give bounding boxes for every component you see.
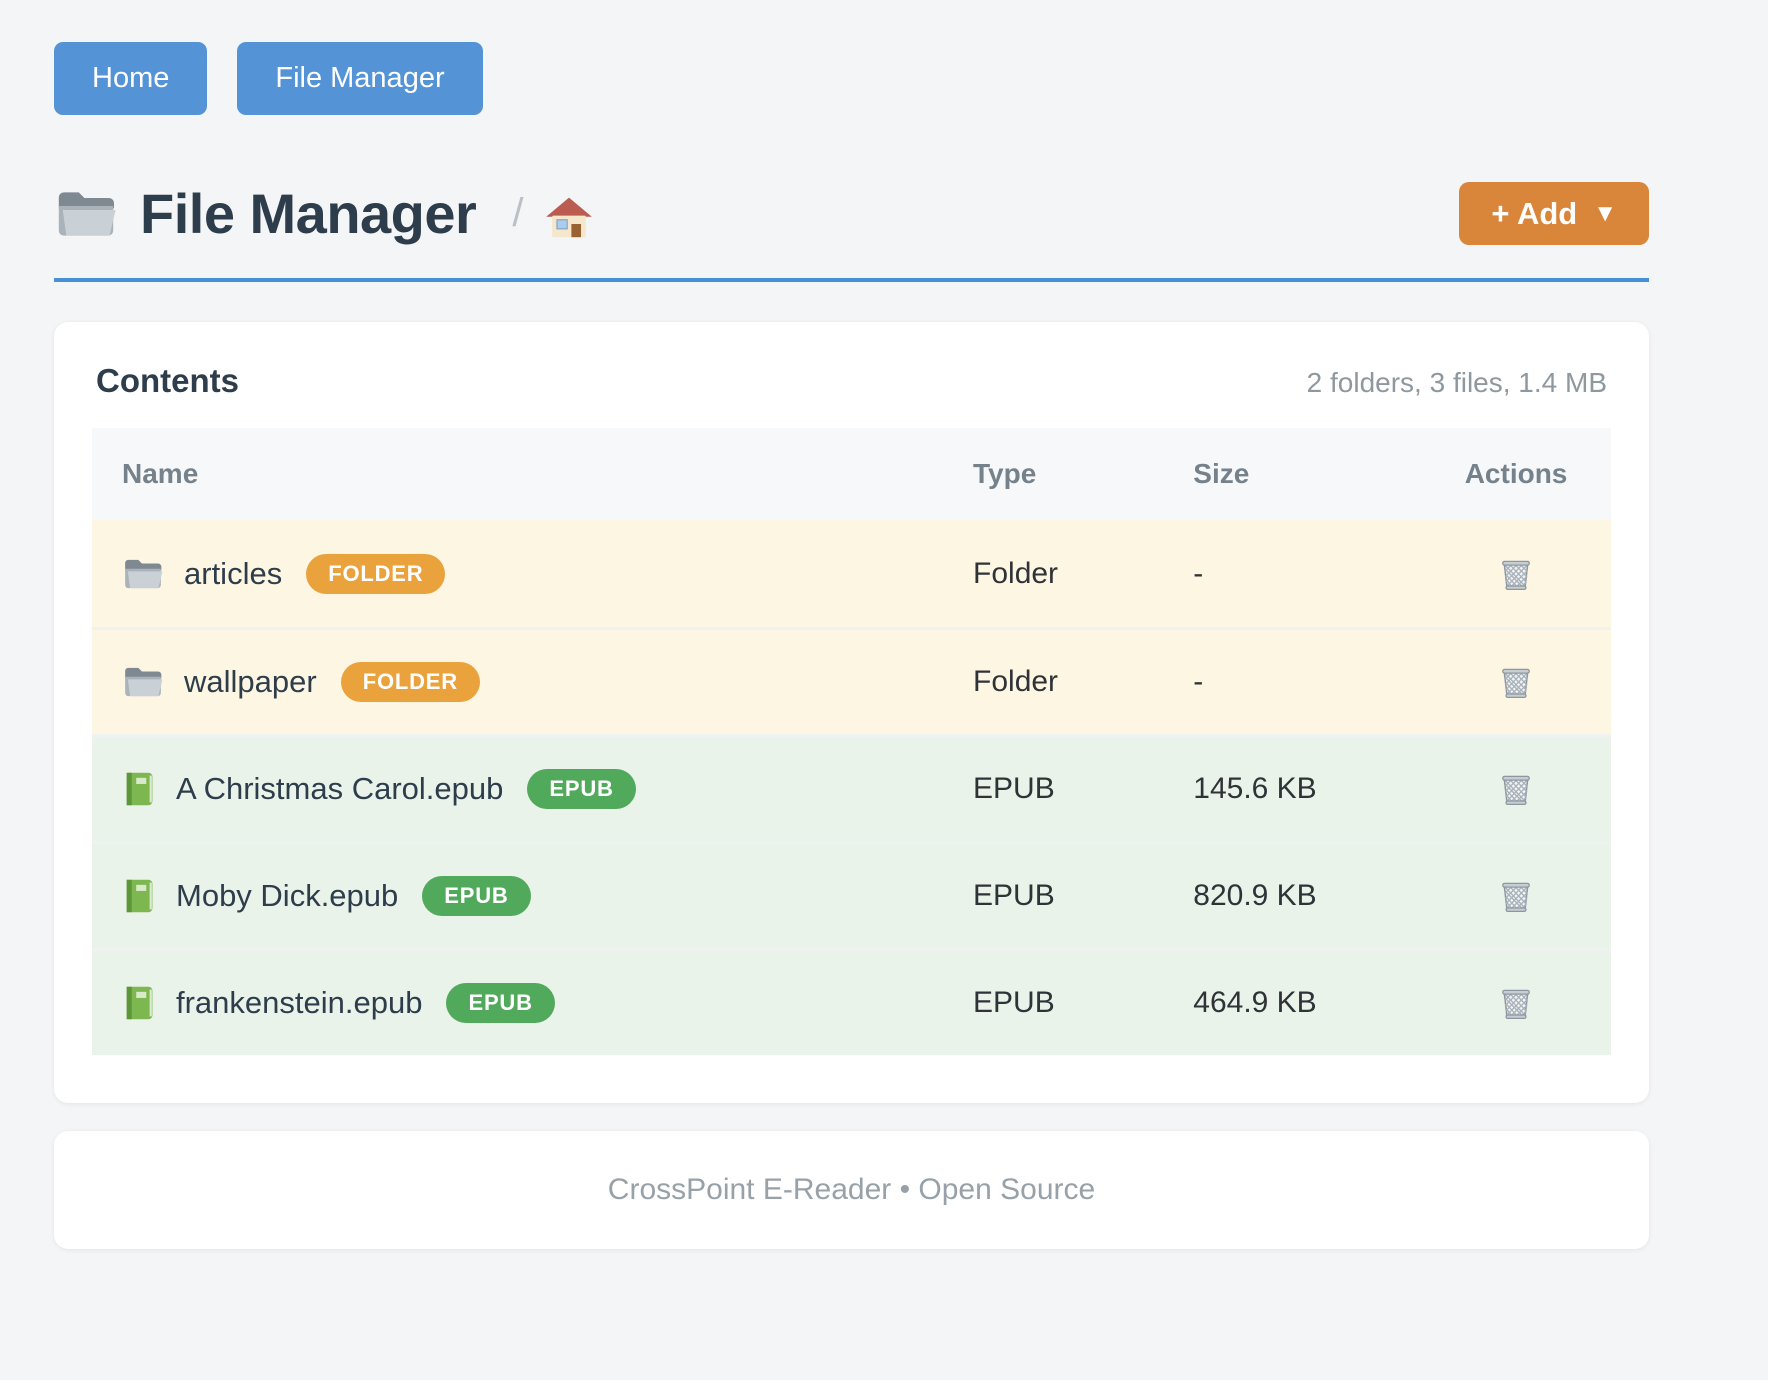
folder-icon — [122, 555, 164, 593]
file-actions-cell — [1421, 552, 1611, 596]
table-row: Moby Dick.epub EPUB EPUB 820.9 KB — [92, 841, 1611, 948]
contents-card-header: Contents 2 folders, 3 files, 1.4 MB — [92, 362, 1611, 400]
file-actions-cell — [1421, 767, 1611, 811]
file-type-badge: EPUB — [527, 769, 635, 809]
file-type-cell: EPUB — [973, 772, 1193, 806]
file-size-cell: - — [1193, 557, 1421, 591]
title-divider — [54, 278, 1649, 282]
file-type-cell: Folder — [973, 665, 1193, 699]
file-type-cell: Folder — [973, 557, 1193, 591]
trash-icon — [1497, 771, 1535, 807]
file-size-cell: 464.9 KB — [1193, 986, 1421, 1020]
file-name-link[interactable]: Moby Dick.epub — [176, 878, 398, 914]
delete-button[interactable] — [1493, 660, 1539, 704]
add-button[interactable]: + Add ▼ — [1459, 182, 1649, 245]
delete-button[interactable] — [1493, 767, 1539, 811]
caret-down-icon: ▼ — [1593, 202, 1617, 226]
delete-button[interactable] — [1493, 552, 1539, 596]
title-wrap: File Manager / — [54, 181, 593, 246]
folder-icon — [122, 663, 164, 701]
contents-heading: Contents — [96, 362, 239, 400]
footer-text: CrossPoint E-Reader • Open Source — [608, 1173, 1095, 1206]
column-header-size: Size — [1193, 458, 1421, 490]
footer: CrossPoint E-Reader • Open Source — [54, 1131, 1649, 1249]
folder-icon — [54, 186, 118, 242]
column-header-name: Name — [92, 458, 973, 490]
file-name-cell: A Christmas Carol.epub EPUB — [92, 769, 973, 809]
table-row: wallpaper FOLDER Folder - — [92, 627, 1611, 734]
table-row: A Christmas Carol.epub EPUB EPUB 145.6 K… — [92, 734, 1611, 841]
file-size-cell: 145.6 KB — [1193, 772, 1421, 806]
nav-file-manager-button[interactable]: File Manager — [237, 42, 482, 115]
file-table: Name Type Size Actions articles FOLDER F… — [92, 428, 1611, 1055]
file-size-cell: 820.9 KB — [1193, 879, 1421, 913]
file-type-cell: EPUB — [973, 879, 1193, 913]
file-name-link[interactable]: frankenstein.epub — [176, 985, 422, 1021]
file-actions-cell — [1421, 660, 1611, 704]
file-name-link[interactable]: A Christmas Carol.epub — [176, 771, 503, 807]
delete-button[interactable] — [1493, 981, 1539, 1025]
file-type-badge: EPUB — [446, 983, 554, 1023]
nav-home-button[interactable]: Home — [54, 42, 207, 115]
file-name-cell: wallpaper FOLDER — [92, 662, 973, 702]
file-name-link[interactable]: articles — [184, 556, 282, 592]
file-type-badge: FOLDER — [306, 554, 445, 594]
page-title: File Manager — [140, 181, 476, 246]
file-actions-cell — [1421, 874, 1611, 918]
page-header: File Manager / + Add ▼ — [54, 181, 1649, 246]
table-header-row: Name Type Size Actions — [92, 428, 1611, 520]
file-name-cell: articles FOLDER — [92, 554, 973, 594]
file-type-cell: EPUB — [973, 986, 1193, 1020]
column-header-type: Type — [973, 458, 1193, 490]
file-actions-cell — [1421, 981, 1611, 1025]
file-name-cell: frankenstein.epub EPUB — [92, 983, 973, 1023]
table-body: articles FOLDER Folder - — [92, 520, 1611, 1055]
file-type-badge: FOLDER — [341, 662, 480, 702]
file-name-link[interactable]: wallpaper — [184, 664, 317, 700]
contents-summary: 2 folders, 3 files, 1.4 MB — [1307, 367, 1607, 399]
table-row: frankenstein.epub EPUB EPUB 464.9 KB — [92, 948, 1611, 1055]
file-name-cell: Moby Dick.epub EPUB — [92, 876, 973, 916]
column-header-actions: Actions — [1421, 458, 1611, 490]
delete-button[interactable] — [1493, 874, 1539, 918]
trash-icon — [1497, 664, 1535, 700]
book-icon — [122, 770, 156, 808]
trash-icon — [1497, 878, 1535, 914]
trash-icon — [1497, 556, 1535, 592]
book-icon — [122, 984, 156, 1022]
book-icon — [122, 877, 156, 915]
contents-card: Contents 2 folders, 3 files, 1.4 MB Name… — [54, 322, 1649, 1103]
file-type-badge: EPUB — [422, 876, 530, 916]
breadcrumb-separator: / — [512, 191, 523, 236]
top-nav: Home File Manager — [54, 42, 1649, 115]
page: Home File Manager File Manager / — [54, 0, 1649, 1249]
add-button-label: + Add — [1491, 198, 1577, 229]
table-row: articles FOLDER Folder - — [92, 520, 1611, 627]
trash-icon — [1497, 985, 1535, 1021]
file-size-cell: - — [1193, 665, 1421, 699]
house-icon[interactable] — [545, 188, 593, 240]
